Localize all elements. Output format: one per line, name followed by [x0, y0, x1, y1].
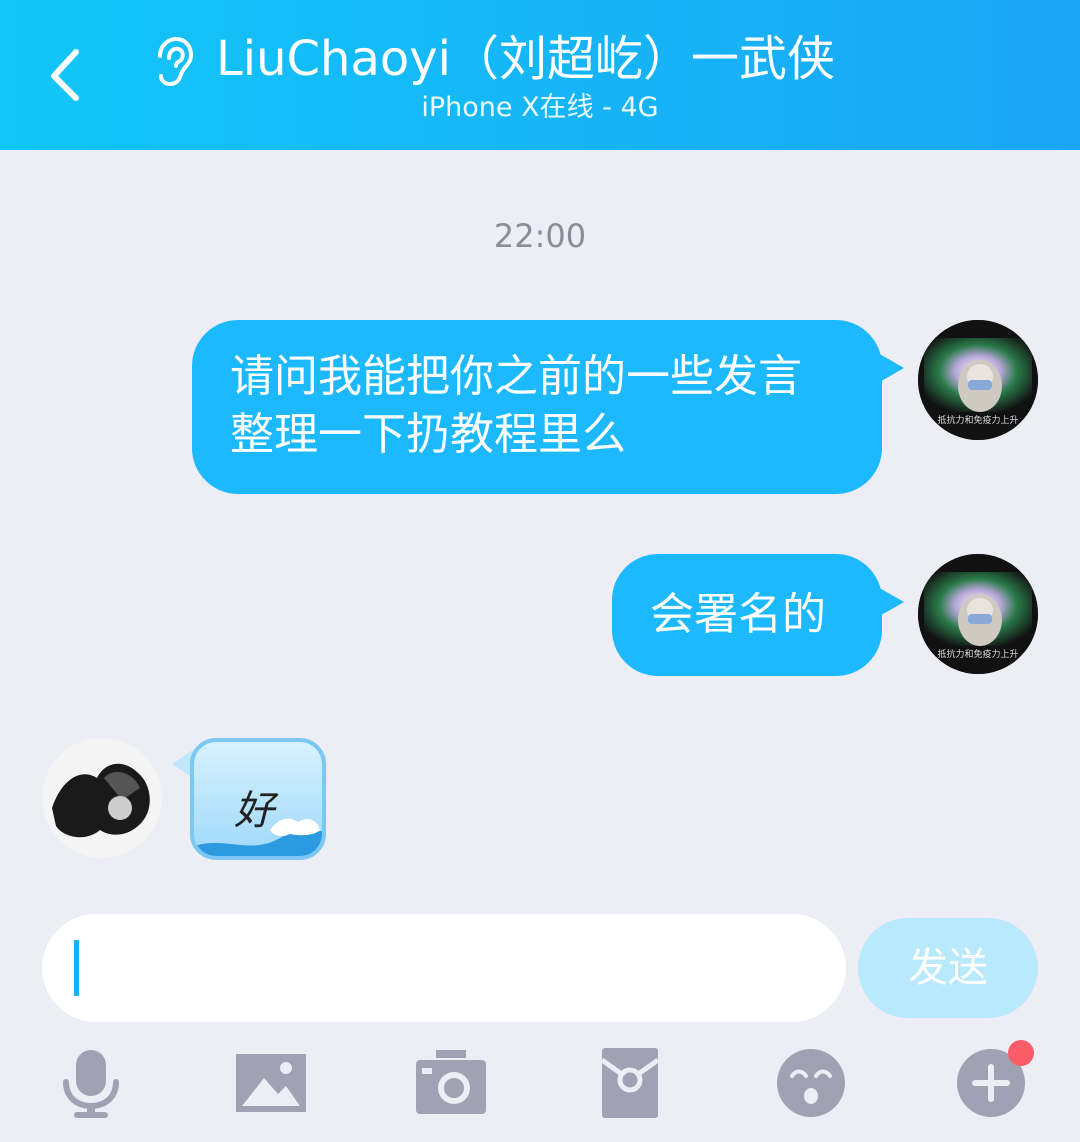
online-status: iPhone X在线 - 4G [421, 92, 659, 123]
my-avatar[interactable]: 抵抗力和免疫力上升 [918, 554, 1038, 674]
image-icon[interactable] [234, 1046, 308, 1120]
avatar-image: 抵抗力和免疫力上升 [918, 554, 1038, 674]
contact-title[interactable]: LiuChaoyi（刘超屹）一武侠 [216, 28, 835, 90]
message-bubble-1[interactable]: 请问我能把你之前的一些发言整理一下扔教程里么 [192, 320, 882, 494]
contact-avatar[interactable] [42, 738, 162, 858]
microphone-icon[interactable] [54, 1046, 128, 1120]
notification-badge [1008, 1040, 1034, 1066]
camera-icon[interactable] [414, 1046, 488, 1120]
message-text: 请问我能把你之前的一些发言整理一下扔教程里么 [230, 351, 802, 460]
emoji-icon[interactable] [774, 1046, 848, 1120]
red-packet-icon[interactable] [594, 1046, 668, 1120]
message-bubble-2[interactable]: 会署名的 [612, 554, 882, 676]
message-timestamp: 22:00 [493, 217, 587, 255]
avatar-caption: 抵抗力和免疫力上升 [937, 648, 1018, 660]
message-input[interactable] [42, 914, 846, 1022]
text-cursor [74, 940, 79, 996]
avatar-caption: 抵抗力和免疫力上升 [937, 414, 1018, 426]
message-text: 会署名的 [650, 589, 826, 640]
my-avatar[interactable]: 抵抗力和免疫力上升 [918, 320, 1038, 440]
avatar-image [42, 738, 162, 858]
ear-icon[interactable] [152, 36, 194, 88]
avatar-image: 抵抗力和免疫力上升 [918, 320, 1038, 440]
wave-icon [194, 818, 322, 856]
send-button[interactable]: 发送 [858, 918, 1038, 1018]
sticker-message[interactable]: 好 [190, 738, 326, 860]
bubble-tail [876, 352, 904, 384]
chat-header: LiuChaoyi（刘超屹）一武侠 iPhone X在线 - 4G [0, 0, 1080, 150]
bubble-tail [876, 586, 904, 618]
